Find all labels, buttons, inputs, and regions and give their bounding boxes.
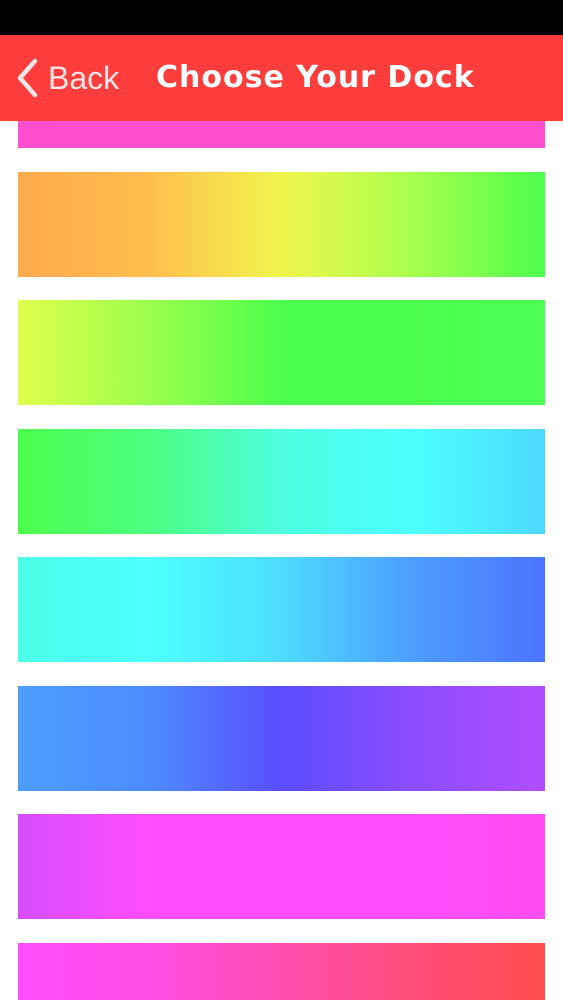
status-bar [0, 0, 563, 35]
dock-list[interactable] [0, 121, 563, 1000]
dock-option-pink-red[interactable] [18, 943, 545, 1000]
dock-option-magenta[interactable] [18, 814, 545, 919]
page-title: Choose Your Dock [156, 60, 475, 95]
chevron-left-icon [16, 58, 38, 98]
dock-option-blue-purple[interactable] [18, 686, 545, 791]
dock-option-green-cyan[interactable] [18, 429, 545, 534]
back-label: Back [48, 59, 120, 96]
navigation-bar: Back Choose Your Dock [0, 35, 563, 121]
back-button[interactable]: Back [16, 35, 119, 121]
dock-option-orange-green[interactable] [18, 172, 545, 277]
dock-option-cyan-blue[interactable] [18, 557, 545, 662]
dock-option-pink[interactable] [18, 121, 545, 148]
dock-option-yellow-green[interactable] [18, 300, 545, 405]
